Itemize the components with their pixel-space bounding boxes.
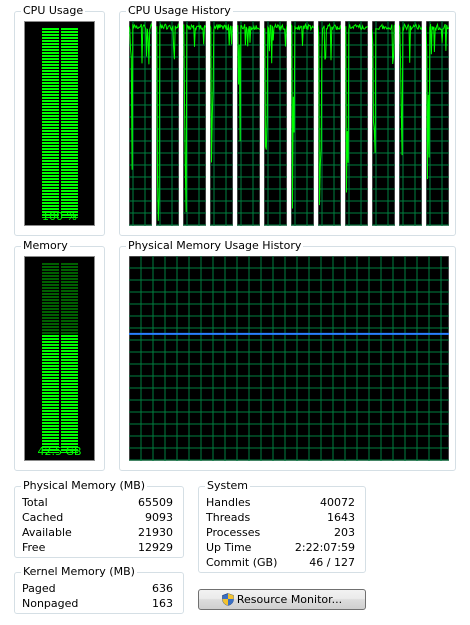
cpu-usage-meter: 100 % bbox=[24, 21, 95, 226]
physical-memory-panel: Physical Memory (MB) Total 65509 Cached 90… bbox=[14, 479, 184, 558]
system-panel: System Handles 40072 Threads 1643 Processe… bbox=[198, 479, 366, 573]
kernel-memory-row-paged: Paged 636 bbox=[22, 582, 173, 595]
cpu-core-graph bbox=[156, 21, 179, 226]
physical-memory-row-total: Total 65509 bbox=[22, 496, 173, 509]
cpu-core-graph bbox=[129, 21, 152, 226]
memory-history-group: Physical Memory Usage History bbox=[119, 239, 456, 471]
cpu-core-graph bbox=[399, 21, 422, 226]
cpu-history-title: CPU Usage History bbox=[126, 4, 233, 18]
cpu-core-graph bbox=[318, 21, 341, 226]
cpu-core-graph bbox=[372, 21, 395, 226]
resource-monitor-button[interactable]: Resource Monitor... bbox=[198, 589, 366, 610]
cpu-core-graph bbox=[426, 21, 449, 226]
cpu-meter-bar-left bbox=[42, 28, 59, 218]
system-row-uptime: Up Time 2:22:07:59 bbox=[206, 541, 355, 554]
cpu-core-graph bbox=[264, 21, 287, 226]
memory-usage-value: 42.5 GB bbox=[37, 445, 82, 458]
physical-memory-row-cached: Cached 9093 bbox=[22, 511, 173, 524]
cpu-core-graph bbox=[345, 21, 368, 226]
system-row-processes: Processes 203 bbox=[206, 526, 355, 539]
system-row-threads: Threads 1643 bbox=[206, 511, 355, 524]
physical-memory-title: Physical Memory (MB) bbox=[21, 479, 148, 493]
kernel-memory-row-nonpaged: Nonpaged 163 bbox=[22, 597, 173, 610]
memory-meter-bar-right bbox=[61, 263, 78, 453]
resource-monitor-label: Resource Monitor... bbox=[236, 593, 343, 606]
cpu-core-graph bbox=[210, 21, 233, 226]
uac-shield-icon bbox=[222, 593, 234, 606]
cpu-usage-value: 100 % bbox=[42, 210, 77, 223]
memory-meter: 42.5 GB bbox=[24, 256, 95, 461]
kernel-memory-title: Kernel Memory (MB) bbox=[21, 565, 137, 579]
cpu-history-graphs bbox=[129, 21, 449, 226]
memory-history-title: Physical Memory Usage History bbox=[126, 239, 304, 253]
physical-memory-row-free: Free 12929 bbox=[22, 541, 173, 554]
memory-history-graph bbox=[129, 256, 449, 461]
cpu-core-graph bbox=[291, 21, 314, 226]
system-row-commit: Commit (GB) 46 / 127 bbox=[206, 556, 355, 569]
memory-group: Memory 42.5 GB bbox=[14, 239, 105, 471]
memory-title: Memory bbox=[21, 239, 70, 253]
system-title: System bbox=[205, 479, 251, 493]
cpu-usage-title: CPU Usage bbox=[21, 4, 86, 18]
system-row-handles: Handles 40072 bbox=[206, 496, 355, 509]
cpu-meter-bar-right bbox=[61, 28, 78, 218]
cpu-history-group: CPU Usage History bbox=[119, 4, 456, 236]
memory-meter-bar-left bbox=[42, 263, 59, 453]
kernel-memory-panel: Kernel Memory (MB) Paged 636 Nonpaged 163 bbox=[14, 565, 184, 614]
physical-memory-row-available: Available 21930 bbox=[22, 526, 173, 539]
cpu-core-graph bbox=[237, 21, 260, 226]
cpu-core-graph bbox=[183, 21, 206, 226]
cpu-usage-group: CPU Usage 100 % bbox=[14, 4, 105, 236]
